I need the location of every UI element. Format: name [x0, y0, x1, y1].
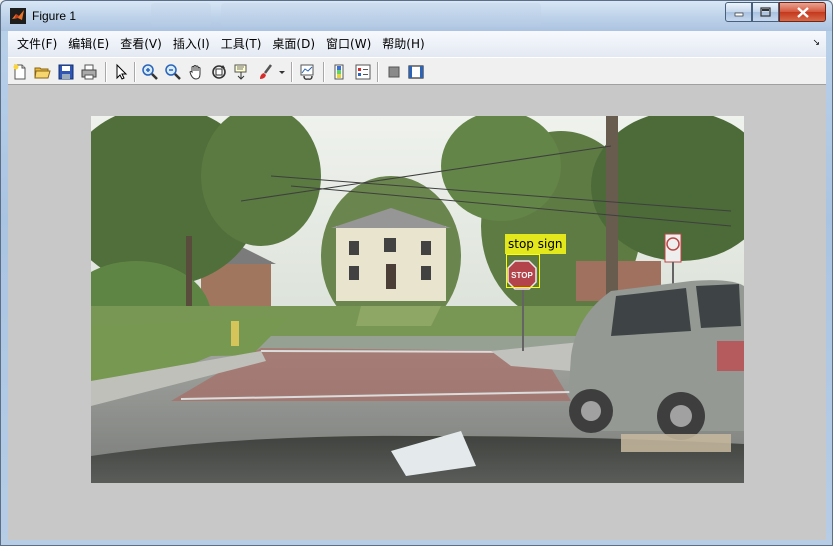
detection-bounding-box	[506, 254, 540, 288]
save-icon[interactable]	[56, 62, 76, 82]
figure-window: Figure 1 文件(F) 编辑(E) 查看(V) 插入(I) 工具(T) 桌…	[0, 0, 833, 546]
brush-icon[interactable]	[256, 62, 276, 82]
show-plot-tools-icon[interactable]	[406, 62, 426, 82]
close-button[interactable]	[779, 2, 826, 22]
maximize-button[interactable]	[752, 2, 779, 22]
menu-file[interactable]: 文件(F)	[12, 34, 62, 54]
menu-bar: 文件(F) 编辑(E) 查看(V) 插入(I) 工具(T) 桌面(D) 窗口(W…	[8, 31, 826, 57]
toolbar-separator	[377, 62, 379, 82]
print-icon[interactable]	[79, 62, 99, 82]
street-photo: STOP	[91, 116, 744, 483]
title-bar[interactable]: Figure 1	[1, 1, 832, 31]
open-file-icon[interactable]	[32, 62, 52, 82]
dock-arrow-icon[interactable]: ↘	[812, 37, 820, 48]
legend-icon[interactable]	[353, 62, 373, 82]
close-icon	[796, 6, 809, 18]
toolbar-separator	[134, 62, 136, 82]
minimize-icon	[734, 12, 743, 17]
matlab-logo-icon	[10, 8, 26, 24]
new-figure-icon[interactable]	[10, 62, 30, 82]
colorbar-icon[interactable]	[330, 62, 350, 82]
toolbar-separator	[105, 62, 107, 82]
rotate-3d-icon[interactable]	[209, 62, 229, 82]
maximize-icon	[760, 7, 771, 17]
image-axes[interactable]: STOP stop sign	[91, 116, 744, 483]
title-ghost-decoration	[151, 3, 211, 27]
zoom-out-icon[interactable]	[163, 62, 183, 82]
edit-plot-arrow-icon[interactable]	[111, 62, 131, 82]
menu-help[interactable]: 帮助(H)	[377, 34, 429, 54]
title-ghost-decoration	[221, 3, 541, 27]
menu-insert[interactable]: 插入(I)	[168, 34, 215, 54]
toolbar-separator	[291, 62, 293, 82]
zoom-in-icon[interactable]	[140, 62, 160, 82]
menu-edit[interactable]: 编辑(E)	[63, 34, 114, 54]
menu-tools[interactable]: 工具(T)	[216, 34, 267, 54]
pan-hand-icon[interactable]	[186, 62, 206, 82]
detection-label: stop sign	[505, 234, 566, 254]
menu-view[interactable]: 查看(V)	[115, 34, 167, 54]
brush-dropdown-icon[interactable]	[276, 62, 288, 82]
figure-client-area: 文件(F) 编辑(E) 查看(V) 插入(I) 工具(T) 桌面(D) 窗口(W…	[8, 31, 826, 540]
data-cursor-icon[interactable]	[232, 62, 252, 82]
figure-toolbar	[8, 57, 826, 85]
link-plot-icon[interactable]	[298, 62, 318, 82]
menu-window[interactable]: 窗口(W)	[321, 34, 376, 54]
minimize-button[interactable]	[725, 2, 752, 22]
window-title: Figure 1	[32, 9, 77, 23]
hide-plot-tools-icon[interactable]	[384, 62, 404, 82]
toolbar-separator	[323, 62, 325, 82]
menu-desktop[interactable]: 桌面(D)	[267, 34, 320, 54]
